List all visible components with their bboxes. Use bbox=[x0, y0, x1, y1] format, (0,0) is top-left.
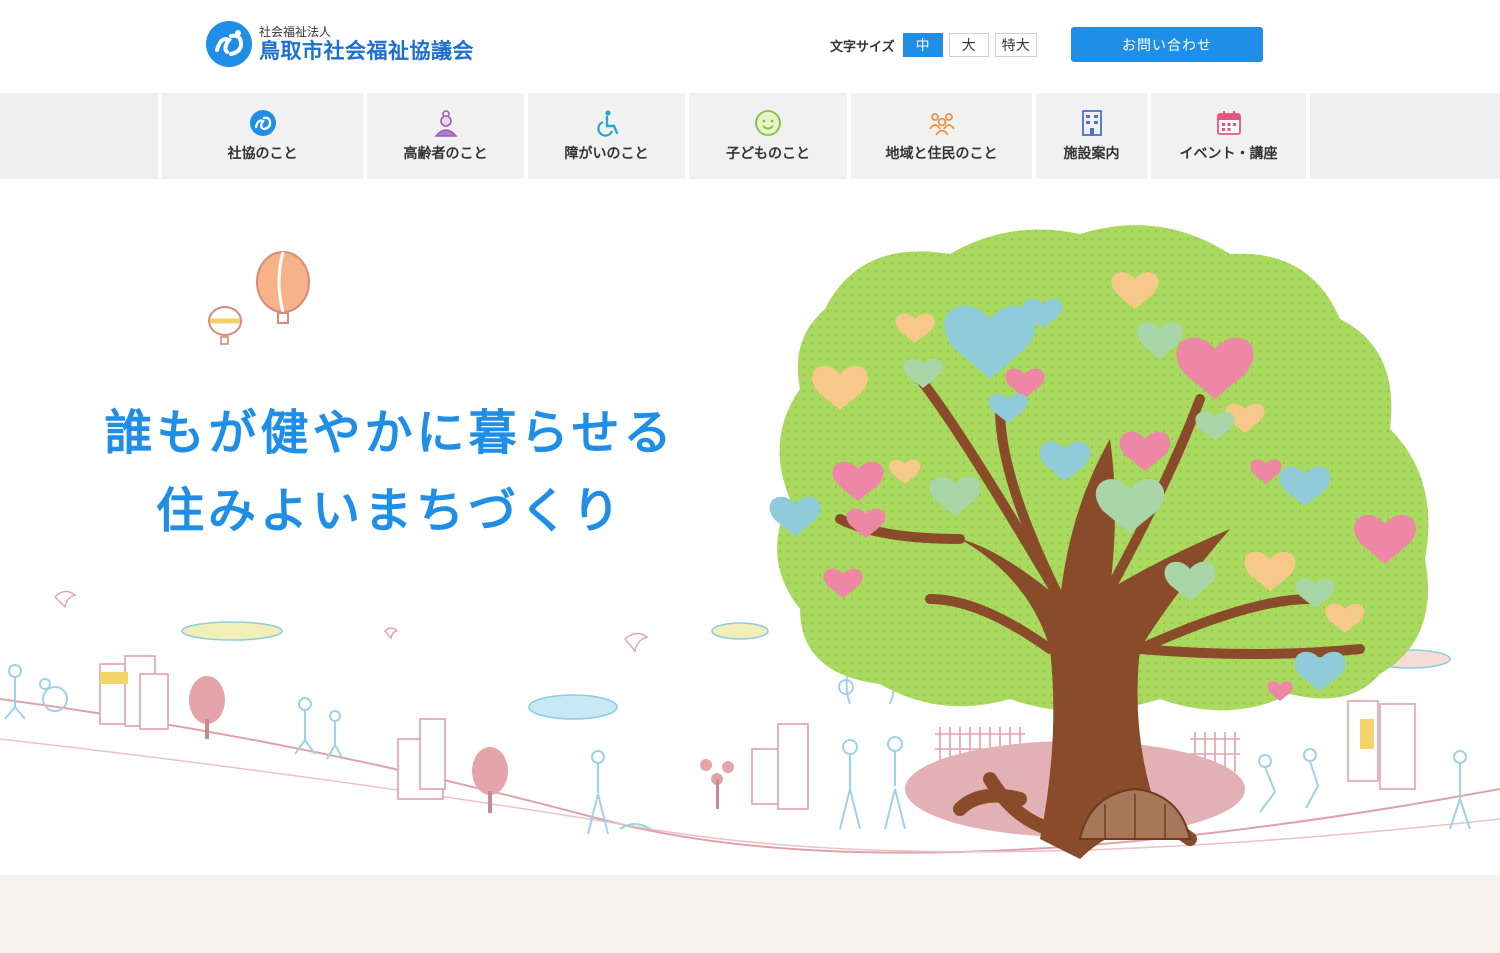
nav-item-events[interactable]: イベント・講座 bbox=[1147, 93, 1310, 179]
hot-air-balloon-icon bbox=[208, 251, 310, 345]
logo-subtitle: 社会福祉法人 bbox=[259, 25, 332, 39]
nav-label: 地域と住民のこと bbox=[885, 146, 998, 162]
wheelchair-icon bbox=[596, 110, 618, 137]
site-header: 社会福祉法人 鳥取市社会福祉協議会 文字サイズ 中 大 特大 お問い合わせ bbox=[0, 0, 1500, 92]
elderly-person-icon bbox=[434, 110, 457, 137]
child-face-icon bbox=[755, 110, 781, 136]
global-nav: 社協のこと 高齢者のこと 障がいのこと 子どものこと 地域と住民のこと 施設案内… bbox=[0, 93, 1500, 179]
nav-item-children[interactable]: 子どものこと bbox=[685, 93, 847, 179]
catchphrase-line-2: 住みよいまちづくり bbox=[155, 483, 624, 539]
nav-item-about[interactable]: 社協のこと bbox=[158, 93, 363, 179]
content-band bbox=[0, 875, 1500, 953]
nav-label: 障がいのこと bbox=[564, 146, 649, 162]
shakyo-logo-icon bbox=[249, 110, 276, 136]
nav-label: 社協のこと bbox=[227, 146, 298, 162]
site-logo[interactable]: 社会福祉法人 鳥取市社会福祉協議会 bbox=[205, 20, 474, 68]
hero-catchphrase: 誰もが健やかに暮らせる 住みよいまちづくり bbox=[90, 394, 690, 550]
nav-item-community[interactable]: 地域と住民のこと bbox=[847, 93, 1032, 179]
community-people-icon bbox=[928, 113, 955, 136]
contact-button[interactable]: お問い合わせ bbox=[1071, 27, 1263, 62]
nav-label: 子どものこと bbox=[726, 146, 810, 162]
logo-text: 社会福祉法人 鳥取市社会福祉協議会 bbox=[259, 25, 474, 63]
nav-item-disability[interactable]: 障がいのこと bbox=[524, 93, 685, 179]
shakyo-logo-icon bbox=[206, 21, 252, 67]
font-size-large-button[interactable]: 大 bbox=[948, 33, 989, 57]
calendar-icon bbox=[1216, 111, 1241, 135]
nav-item-elderly[interactable]: 高齢者のこと bbox=[363, 93, 524, 179]
nav-item-facilities[interactable]: 施設案内 bbox=[1032, 93, 1147, 179]
font-size-xlarge-button[interactable]: 特大 bbox=[994, 33, 1037, 57]
font-size-label: 文字サイズ bbox=[830, 39, 895, 55]
nav-label: 施設案内 bbox=[1063, 146, 1120, 162]
catchphrase-line-1: 誰もが健やかに暮らせる bbox=[104, 405, 676, 461]
nav-label: 高齢者のこと bbox=[403, 146, 488, 162]
nav-label: イベント・講座 bbox=[1179, 146, 1278, 162]
font-size-medium-button[interactable]: 中 bbox=[902, 33, 943, 57]
logo-title: 鳥取市社会福祉協議会 bbox=[259, 39, 474, 63]
building-icon bbox=[1081, 110, 1102, 136]
hero-section: 誰もが健やかに暮らせる 住みよいまちづくり bbox=[0, 179, 1500, 875]
font-size-switcher: 文字サイズ 中 大 特大 bbox=[830, 33, 1037, 57]
